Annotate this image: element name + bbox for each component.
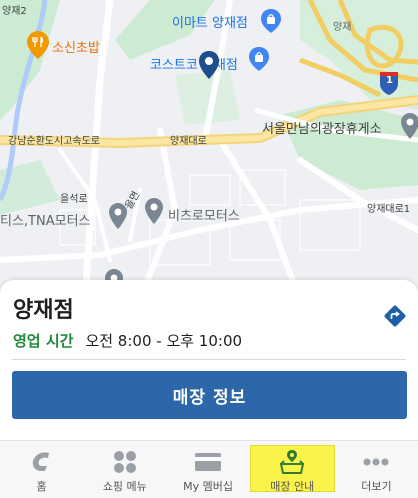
shopping-bag-pin-icon[interactable] bbox=[260, 8, 282, 34]
map-label-yangjae-gu: 양재2 bbox=[2, 6, 27, 17]
map-label-tna-motors: 티스,TNA모터스 bbox=[0, 214, 91, 229]
gray-pin-icon[interactable] bbox=[400, 112, 418, 140]
nav-item-home[interactable]: 홈 bbox=[0, 441, 83, 498]
shopping-bag-pin-icon[interactable] bbox=[248, 46, 270, 72]
grid-dots-icon bbox=[110, 449, 140, 475]
nav-label-store-guide: 매장 안내 bbox=[270, 480, 315, 493]
map-label-emart: 이마트 양재점 bbox=[172, 16, 248, 31]
nav-label-more: 더보기 bbox=[361, 480, 392, 493]
business-hours-label: 영업 시간 bbox=[13, 332, 74, 350]
store-location-pin-icon[interactable] bbox=[198, 50, 220, 80]
nav-label-home: 홈 bbox=[36, 480, 47, 493]
map-label-costco: 코스트코 양재점 bbox=[150, 58, 238, 73]
bottom-navigation: 홈 쇼핑 메뉴 My 멤버십 매장 안내 더보기 bbox=[0, 440, 418, 498]
nav-item-more[interactable]: 더보기 bbox=[335, 441, 418, 498]
store-map[interactable]: 양재2 이마트 양재점 양재 코스트코 양재점 소신초밥 강남순환도시고속도로 … bbox=[0, 0, 418, 300]
more-dots-icon bbox=[361, 449, 391, 475]
map-label-top-right: 양재 bbox=[333, 22, 352, 33]
store-location-icon bbox=[277, 449, 307, 475]
directions-icon[interactable] bbox=[383, 304, 407, 328]
map-label-yangjae-daero-1: 양재대로1 bbox=[367, 204, 411, 215]
map-label-sosin: 소신초밥 bbox=[52, 41, 100, 56]
map-label-seoul-rest-area: 서울만남의광장휴게소 bbox=[262, 122, 382, 137]
nav-label-shopping-menu: 쇼핑 메뉴 bbox=[102, 480, 147, 493]
highway-number: 1 bbox=[386, 75, 393, 86]
nav-label-membership: My 멤버십 bbox=[183, 480, 233, 493]
gray-pin-icon[interactable] bbox=[108, 202, 128, 230]
business-hours-row: 영업 시간 오전 8:00 - 오후 10:00 bbox=[13, 330, 242, 351]
gray-pin-icon[interactable] bbox=[144, 197, 164, 225]
nav-item-shopping-menu[interactable]: 쇼핑 메뉴 bbox=[83, 441, 166, 498]
store-name: 양재점 bbox=[13, 298, 74, 323]
costco-logo-icon bbox=[27, 449, 57, 475]
business-hours-value: 오전 8:00 - 오후 10:00 bbox=[85, 332, 243, 350]
store-info-button[interactable]: 매장 정보 bbox=[12, 371, 407, 419]
nav-item-membership[interactable]: My 멤버십 bbox=[166, 441, 249, 498]
card-divider bbox=[12, 359, 406, 360]
membership-card-icon bbox=[193, 449, 223, 475]
nav-item-store-guide[interactable]: 매장 안내 bbox=[249, 445, 335, 493]
map-label-expressway: 강남순환도시고속도로 bbox=[8, 136, 100, 147]
restaurant-pin-icon[interactable] bbox=[26, 30, 50, 60]
map-label-ulsanro: 을석로 bbox=[60, 194, 88, 205]
map-label-vichro-motors: 비츠로모터스 bbox=[168, 209, 240, 224]
store-locator-screen: 양재2 이마트 양재점 양재 코스트코 양재점 소신초밥 강남순환도시고속도로 … bbox=[0, 0, 418, 498]
map-label-yangjae-daero: 양재대로 bbox=[170, 136, 207, 147]
